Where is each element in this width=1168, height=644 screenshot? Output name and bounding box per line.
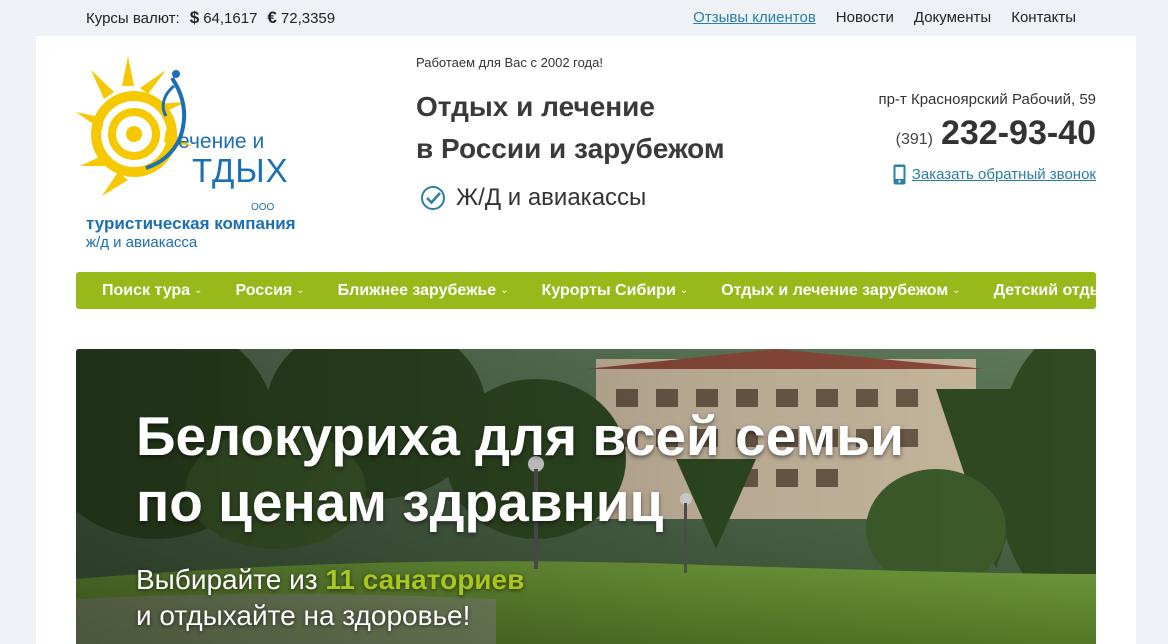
top-links: Отзывы клиентов Новости Документы Контак…	[693, 9, 1076, 26]
dollar-icon: $	[189, 8, 200, 27]
logo-ooo: ООО	[251, 202, 275, 213]
address: пр-т Красноярский Рабочий, 59	[878, 91, 1096, 108]
eur-rate: 72,3359	[280, 10, 336, 27]
nav-label: Россия	[235, 281, 293, 299]
logo-text-line1: ечение и	[178, 130, 265, 153]
banner-title-line1: Белокуриха для всей семьи	[136, 405, 904, 467]
main-nav: Поиск тура ⌄ Россия ⌄ Ближнее зарубежье …	[76, 272, 1125, 309]
nav-label: Детский отдых	[993, 281, 1113, 299]
nav-label: Ближнее зарубежье	[337, 281, 497, 299]
top-link-news[interactable]: Новости	[836, 9, 894, 26]
top-bar: Курсы валют: $ 64,1617 € 72,3359 Отзывы …	[0, 0, 1168, 36]
euro-icon: €	[267, 8, 277, 27]
feature-label: Ж/Д и авиакассы	[456, 184, 647, 211]
nav-label: Отдых и лечение зарубежом	[721, 281, 949, 299]
top-link-documents[interactable]: Документы	[914, 9, 991, 26]
nav-item-tour-search[interactable]: Поиск тура ⌄	[102, 282, 202, 300]
banner-title-line2: по ценам здравниц	[136, 471, 664, 533]
nav-item-siberia-resorts[interactable]: Курорты Сибири ⌄	[542, 282, 689, 300]
banner-sub-prefix: Выбирайте из	[136, 564, 326, 595]
phone-number: 232-93-40	[940, 114, 1096, 152]
logo[interactable]: ечение и ТДЫХ ООО туристическая компания…	[76, 56, 316, 251]
phone[interactable]: (391) 232-93-40	[896, 114, 1096, 153]
banner-sub-line2: и отдыхайте на здоровье!	[136, 600, 471, 631]
chevron-down-icon: ⌄	[952, 285, 961, 296]
top-link-contacts[interactable]: Контакты	[1011, 9, 1076, 26]
logo-tagline: туристическая компания	[86, 214, 296, 233]
nav-label: Поиск тура	[102, 281, 191, 299]
hero-banner[interactable]: Белокуриха для всей семьи по ценам здрав…	[76, 349, 1096, 644]
mobile-phone-icon	[893, 164, 906, 185]
headline-line1: Отдых и лечение	[416, 91, 655, 122]
banner-title: Белокуриха для всей семьи по ценам здрав…	[136, 403, 904, 535]
logo-text-line2: ТДЫХ	[192, 152, 289, 189]
chevron-down-icon: ⌄	[1116, 285, 1125, 296]
banner-subtitle: Выбирайте из 11 санаториев и отдыхайте н…	[136, 562, 524, 634]
feature-item: Ж/Д и авиакассы	[420, 184, 646, 212]
phone-code: (391)	[895, 131, 933, 148]
nav-item-near-abroad[interactable]: Ближнее зарубежье ⌄	[338, 282, 509, 300]
callback-request[interactable]: Заказать обратный звонок	[893, 164, 1096, 185]
since-text: Работаем для Вас с 2002 года!	[416, 55, 603, 70]
nav-item-russia[interactable]: Россия ⌄	[235, 282, 304, 300]
currency-rates: Курсы валют: $ 64,1617 € 72,3359	[86, 8, 335, 28]
headline-line2: в России и зарубежом	[416, 133, 725, 164]
page-headline: Отдых и лечение в России и зарубежом	[416, 86, 725, 170]
main-card: ечение и ТДЫХ ООО туристическая компания…	[36, 36, 1136, 644]
nav-item-abroad[interactable]: Отдых и лечение зарубежом ⌄	[721, 282, 960, 300]
rates-label: Курсы валют:	[86, 10, 180, 27]
chevron-down-icon: ⌄	[194, 285, 203, 296]
logo-subtagline: ж/д и авиакасса	[86, 234, 198, 251]
banner-sub-highlight: 11 санаториев	[325, 564, 525, 595]
chevron-down-icon: ⌄	[679, 285, 689, 296]
nav-label: Курорты Сибири	[541, 281, 676, 299]
chevron-down-icon: ⌄	[500, 285, 509, 296]
check-circle-icon	[421, 186, 445, 210]
chevron-down-icon: ⌄	[296, 285, 305, 296]
callback-link[interactable]: Заказать обратный звонок	[912, 166, 1096, 183]
banner-sub-line1: Выбирайте из 11 санаториев	[136, 562, 524, 598]
nav-item-kids[interactable]: Детский отдых ⌄	[994, 282, 1125, 300]
top-link-reviews[interactable]: Отзывы клиентов	[693, 9, 816, 26]
usd-rate: 64,1617	[203, 10, 258, 27]
